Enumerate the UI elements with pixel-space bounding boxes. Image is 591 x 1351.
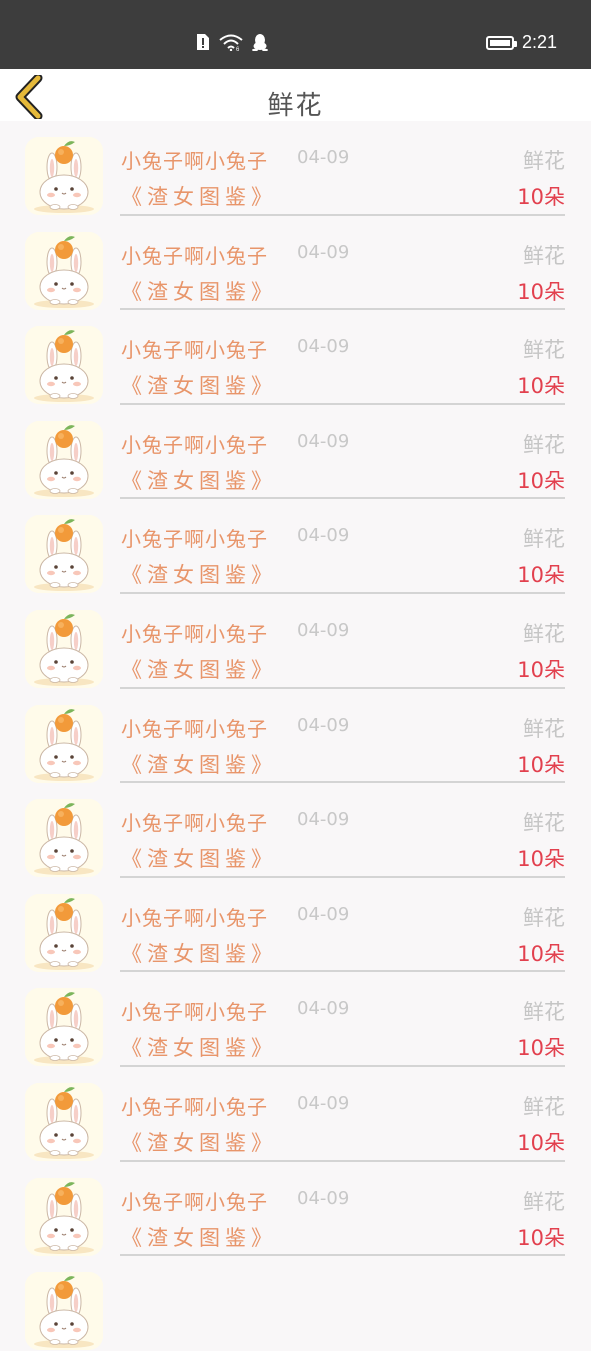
gift-quantity: 10朵 — [517, 1130, 565, 1155]
date: 04-09 — [297, 809, 350, 831]
book-title: 《渣女图鉴》 — [121, 374, 277, 399]
gift-type: 鲜花 — [523, 1000, 565, 1025]
avatar[interactable] — [25, 704, 103, 783]
wifi-icon: 6 — [219, 34, 243, 51]
qq-penguin-icon — [252, 34, 268, 51]
date: 04-09 — [297, 619, 350, 641]
gift-type: 鲜花 — [523, 1094, 565, 1119]
list-item[interactable]: 小兔子啊小兔子 04-09 鲜花 《渣女图鉴》 10朵 — [0, 121, 591, 216]
gift-type: 鲜花 — [523, 621, 565, 646]
gift-type: 鲜花 — [523, 716, 565, 741]
gift-type: 鲜花 — [523, 243, 565, 268]
gift-quantity: 10朵 — [517, 752, 565, 777]
gift-type: 鲜花 — [523, 905, 565, 930]
user-name: 小兔子啊小兔子 — [121, 432, 268, 457]
user-name: 小兔子啊小兔子 — [121, 621, 268, 646]
gift-quantity: 10朵 — [517, 847, 565, 872]
gift-quantity: 10朵 — [517, 1036, 565, 1061]
avatar[interactable] — [25, 799, 103, 878]
avatar[interactable] — [25, 231, 103, 310]
gift-type: 鲜花 — [523, 432, 565, 457]
gift-type: 鲜花 — [523, 1189, 565, 1214]
gift-record-list: 小兔子啊小兔子 04-09 鲜花 《渣女图鉴》 10朵 小兔子啊小兔子 04-0… — [0, 121, 591, 1351]
gift-type: 鲜花 — [523, 811, 565, 836]
user-name: 小兔子啊小兔子 — [121, 338, 268, 363]
gift-quantity: 10朵 — [517, 941, 565, 966]
sim-alert-icon — [197, 34, 209, 50]
status-bar: 6 2:21 — [0, 0, 591, 69]
avatar[interactable] — [25, 515, 103, 594]
gift-type: 鲜花 — [523, 338, 565, 363]
battery-icon — [485, 35, 517, 50]
book-title: 《渣女图鉴》 — [121, 1130, 277, 1155]
avatar[interactable] — [25, 137, 103, 215]
user-name: 小兔子啊小兔子 — [121, 1189, 268, 1214]
page-title: 鲜花 — [267, 91, 324, 121]
user-name: 小兔子啊小兔子 — [121, 1000, 268, 1025]
list-item[interactable]: 小兔子啊小兔子 04-09 鲜花 《渣女图鉴》 10朵 — [0, 878, 591, 973]
book-title: 《渣女图鉴》 — [121, 1225, 277, 1250]
list-item[interactable]: 小兔子啊小兔子 04-09 鲜花 《渣女图鉴》 10朵 — [0, 499, 591, 594]
gift-quantity: 10朵 — [517, 279, 565, 304]
list-item[interactable]: 小兔子啊小兔子 04-09 鲜花 《渣女图鉴》 10朵 — [0, 689, 591, 784]
gift-quantity: 10朵 — [517, 657, 565, 682]
avatar[interactable] — [25, 1082, 103, 1161]
date: 04-09 — [297, 714, 350, 736]
gift-quantity: 10朵 — [517, 374, 565, 399]
user-name: 小兔子啊小兔子 — [121, 243, 268, 268]
avatar[interactable] — [25, 893, 103, 972]
user-name: 小兔子啊小兔子 — [121, 527, 268, 552]
gift-type: 鲜花 — [523, 149, 565, 173]
book-title: 《渣女图鉴》 — [121, 185, 277, 209]
date: 04-09 — [297, 430, 350, 452]
list-item[interactable]: 小兔子啊小兔子 04-09 鲜花 《渣女图鉴》 10朵 — [0, 310, 591, 405]
book-title: 《渣女图鉴》 — [121, 1036, 277, 1061]
gift-quantity: 10朵 — [517, 468, 565, 493]
avatar[interactable] — [25, 420, 103, 499]
gift-type: 鲜花 — [523, 527, 565, 552]
book-title: 《渣女图鉴》 — [121, 279, 277, 304]
avatar[interactable] — [25, 609, 103, 688]
date: 04-09 — [297, 525, 350, 547]
list-item[interactable]: 小兔子啊小兔子 04-09 鲜花 《渣女图鉴》 10朵 — [0, 1162, 591, 1257]
header: 鲜花 — [0, 69, 591, 121]
list-item-partial[interactable] — [0, 1256, 591, 1351]
book-title: 《渣女图鉴》 — [121, 563, 277, 588]
book-title: 《渣女图鉴》 — [121, 847, 277, 872]
book-title: 《渣女图鉴》 — [121, 657, 277, 682]
date: 04-09 — [297, 1187, 350, 1209]
user-name: 小兔子啊小兔子 — [121, 905, 268, 930]
date: 04-09 — [297, 1092, 350, 1114]
status-right: 2:21 — [485, 32, 557, 53]
status-icons: 6 — [196, 33, 268, 51]
gift-quantity: 10朵 — [517, 1225, 565, 1250]
list-item[interactable]: 小兔子啊小兔子 04-09 鲜花 《渣女图鉴》 10朵 — [0, 405, 591, 500]
status-time: 2:21 — [521, 32, 557, 52]
date: 04-09 — [297, 336, 350, 358]
date: 04-09 — [297, 147, 350, 168]
list-item[interactable]: 小兔子啊小兔子 04-09 鲜花 《渣女图鉴》 10朵 — [0, 783, 591, 878]
user-name: 小兔子啊小兔子 — [121, 716, 268, 741]
book-title: 《渣女图鉴》 — [121, 941, 277, 966]
gift-quantity: 10朵 — [517, 185, 565, 209]
book-title: 《渣女图鉴》 — [121, 468, 277, 493]
list-item[interactable]: 小兔子啊小兔子 04-09 鲜花 《渣女图鉴》 10朵 — [0, 1067, 591, 1162]
gift-quantity: 10朵 — [517, 563, 565, 588]
date: 04-09 — [297, 998, 350, 1020]
avatar[interactable] — [25, 1272, 103, 1351]
svg-text:6: 6 — [236, 47, 240, 51]
user-name: 小兔子啊小兔子 — [121, 811, 268, 836]
avatar[interactable] — [25, 326, 103, 405]
list-item[interactable]: 小兔子啊小兔子 04-09 鲜花 《渣女图鉴》 10朵 — [0, 594, 591, 689]
user-name: 小兔子啊小兔子 — [121, 1094, 268, 1119]
date: 04-09 — [297, 241, 350, 263]
date: 04-09 — [297, 903, 350, 925]
avatar[interactable] — [25, 1177, 103, 1256]
book-title: 《渣女图鉴》 — [121, 752, 277, 777]
list-item[interactable]: 小兔子啊小兔子 04-09 鲜花 《渣女图鉴》 10朵 — [0, 216, 591, 311]
user-name: 小兔子啊小兔子 — [121, 149, 268, 173]
avatar[interactable] — [25, 988, 103, 1067]
list-item[interactable]: 小兔子啊小兔子 04-09 鲜花 《渣女图鉴》 10朵 — [0, 972, 591, 1067]
